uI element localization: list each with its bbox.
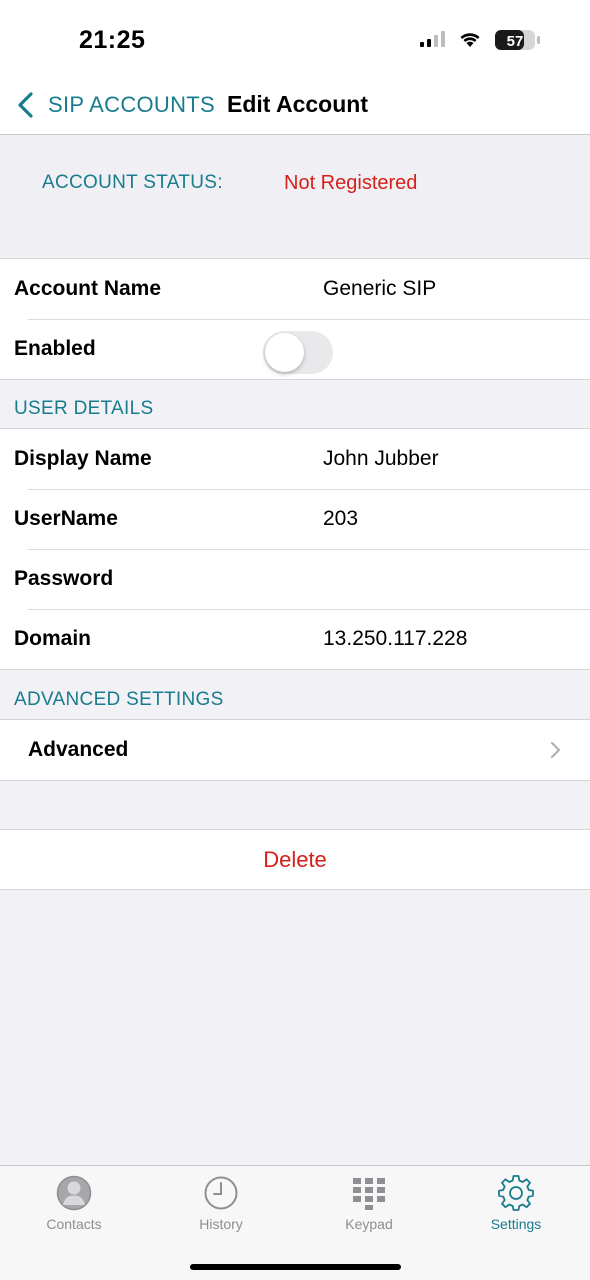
contacts-icon xyxy=(56,1175,92,1211)
back-chevron-icon[interactable] xyxy=(14,90,38,120)
account-status-label: ACCOUNT STATUS: xyxy=(42,172,223,193)
tab-contacts-label: Contacts xyxy=(46,1216,102,1232)
enabled-label: Enabled xyxy=(14,337,96,360)
tab-contacts[interactable]: Contacts xyxy=(4,1166,144,1236)
account-status-section: ACCOUNT STATUS: Not Registered xyxy=(0,135,590,258)
tab-keypad-label: Keypad xyxy=(345,1216,393,1232)
account-name-row[interactable]: Account Name Generic SIP xyxy=(0,259,590,319)
chevron-right-icon xyxy=(550,741,561,759)
user-details-header: USER DETAILS xyxy=(14,398,154,419)
domain-label: Domain xyxy=(14,627,92,650)
toggle-knob xyxy=(265,333,304,372)
display-name-row[interactable]: Display Name John Jubber xyxy=(0,429,590,489)
status-icons: 57 xyxy=(420,30,540,50)
account-group: Account Name Generic SIP Enabled xyxy=(0,258,590,380)
advanced-label: Advanced xyxy=(28,738,129,761)
keypad-icon xyxy=(353,1178,385,1210)
enabled-row: Enabled xyxy=(0,319,590,379)
domain-row[interactable]: Domain 13.250.117.228 xyxy=(0,609,590,669)
username-value[interactable]: 203 xyxy=(323,507,358,531)
display-name-value[interactable]: John Jubber xyxy=(323,447,439,471)
battery-icon: 57 xyxy=(495,30,540,50)
tab-settings[interactable]: Settings xyxy=(446,1166,586,1236)
advanced-group: Advanced xyxy=(0,719,590,781)
tab-history-label: History xyxy=(199,1216,243,1232)
account-name-value[interactable]: Generic SIP xyxy=(323,277,436,301)
tab-history[interactable]: History xyxy=(151,1166,291,1236)
back-button[interactable]: SIP ACCOUNTS xyxy=(48,92,215,118)
tab-settings-label: Settings xyxy=(490,1216,542,1232)
password-label: Password xyxy=(14,567,114,590)
delete-button[interactable]: Delete xyxy=(0,847,590,873)
password-row[interactable]: Password xyxy=(0,549,590,609)
tab-keypad[interactable]: Keypad xyxy=(299,1166,439,1236)
delete-group: Delete xyxy=(0,829,590,890)
account-status-value: Not Registered xyxy=(284,172,418,194)
status-bar: 21:25 57 xyxy=(0,0,590,80)
page-title: Edit Account xyxy=(227,91,368,117)
home-indicator xyxy=(190,1264,401,1270)
enabled-toggle[interactable] xyxy=(263,331,333,374)
clock-icon xyxy=(204,1176,238,1210)
navigation-bar: SIP ACCOUNTS Edit Account xyxy=(0,80,590,135)
username-label: UserName xyxy=(14,507,118,530)
cellular-signal-icon xyxy=(420,31,445,47)
user-details-group: Display Name John Jubber UserName 203 Pa… xyxy=(0,428,590,670)
status-time: 21:25 xyxy=(79,26,146,54)
tab-bar: Contacts History Keypad Settings xyxy=(0,1165,590,1280)
gear-icon xyxy=(498,1175,534,1211)
domain-value[interactable]: 13.250.117.228 xyxy=(323,627,467,651)
wifi-icon xyxy=(460,33,480,47)
display-name-label: Display Name xyxy=(14,447,152,470)
advanced-row[interactable]: Advanced xyxy=(0,720,590,780)
username-row[interactable]: UserName 203 xyxy=(0,489,590,549)
svg-text:57: 57 xyxy=(507,33,524,50)
account-name-label: Account Name xyxy=(14,277,162,300)
advanced-settings-header: ADVANCED SETTINGS xyxy=(14,689,224,710)
